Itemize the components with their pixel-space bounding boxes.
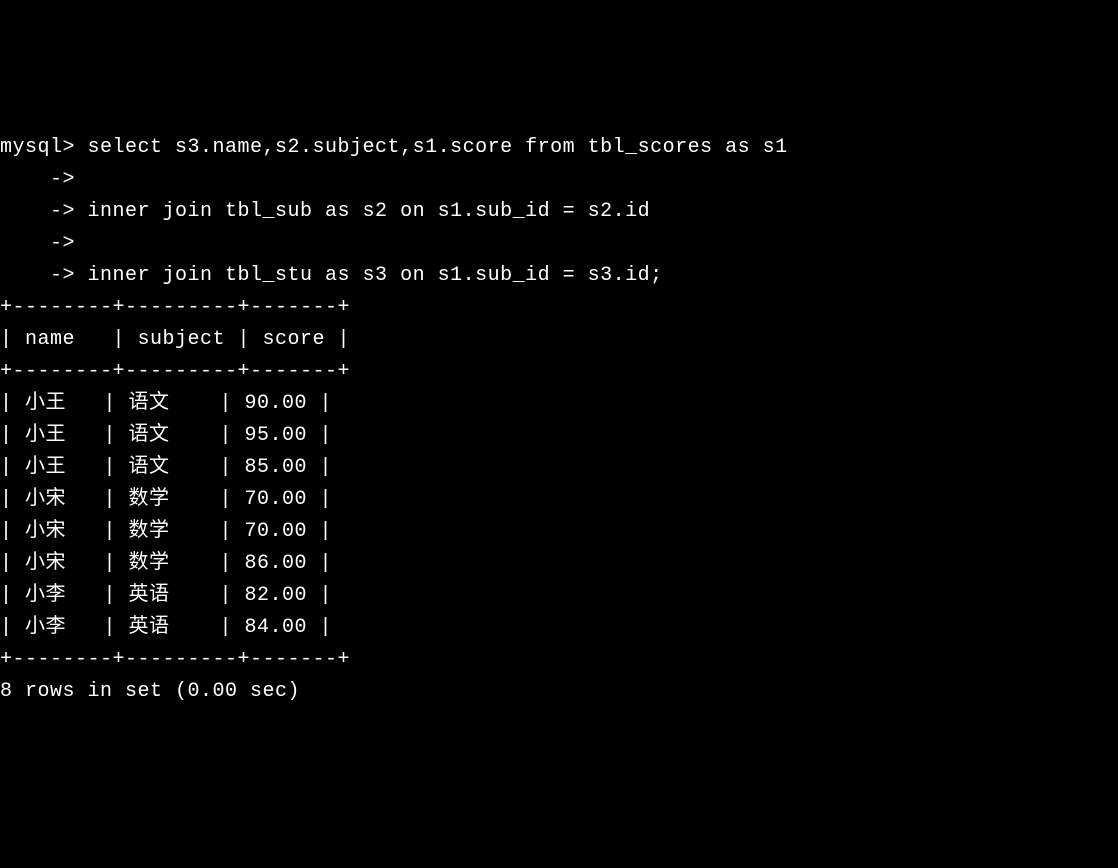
table-border-mid: +--------+---------+-------+ [0, 360, 350, 383]
table-row: | 小李 | 英语 | 82.00 | [0, 584, 332, 607]
table-row: | 小宋 | 数学 | 86.00 | [0, 552, 332, 575]
query-line: mysql> select s3.name,s2.subject,s1.scor… [0, 136, 788, 159]
table-header-row: | name | subject | score | [0, 328, 350, 351]
table-row: | 小王 | 语文 | 95.00 | [0, 424, 332, 447]
table-row: | 小王 | 语文 | 90.00 | [0, 392, 332, 415]
table-row: | 小宋 | 数学 | 70.00 | [0, 488, 332, 511]
query-line: -> [0, 168, 75, 191]
table-row: | 小宋 | 数学 | 70.00 | [0, 520, 332, 543]
terminal-window[interactable]: mysql> select s3.name,s2.subject,s1.scor… [0, 132, 1118, 708]
table-border-top: +--------+---------+-------+ [0, 296, 350, 319]
query-line: -> [0, 232, 75, 255]
table-row: | 小王 | 语文 | 85.00 | [0, 456, 332, 479]
status-line: 8 rows in set (0.00 sec) [0, 680, 300, 703]
query-line: -> inner join tbl_sub as s2 on s1.sub_id… [0, 200, 650, 223]
table-border-bottom: +--------+---------+-------+ [0, 648, 350, 671]
query-line: -> inner join tbl_stu as s3 on s1.sub_id… [0, 264, 663, 287]
table-row: | 小李 | 英语 | 84.00 | [0, 616, 332, 639]
